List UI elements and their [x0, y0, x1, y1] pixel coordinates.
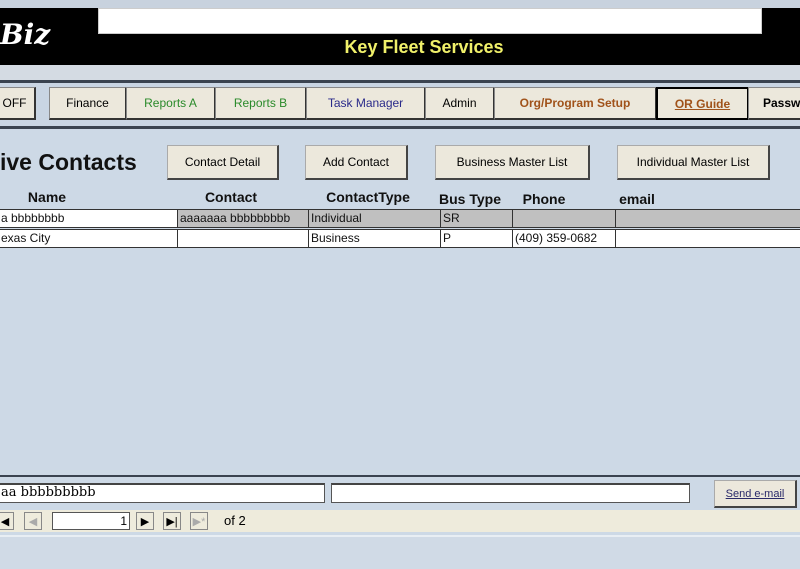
add-contact-button[interactable]: Add Contact — [305, 145, 408, 180]
business-master-list-button[interactable]: Business Master List — [435, 145, 590, 180]
last-record-icon[interactable]: ▶| — [163, 512, 181, 530]
nav-org-program-setup-button[interactable]: Org/Program Setup — [494, 87, 657, 120]
header-divider — [0, 65, 800, 83]
cell-phone[interactable] — [512, 209, 616, 228]
previous-record-icon[interactable]: ◀ — [24, 512, 42, 530]
column-header-bus-type: Bus Type — [439, 191, 501, 207]
selected-name-field[interactable]: aa bbbbbbbbb — [0, 483, 325, 503]
send-email-button[interactable]: Send e-mail — [714, 480, 797, 508]
top-band — [0, 0, 800, 8]
column-header-email: email — [619, 191, 655, 207]
contact-detail-button[interactable]: Contact Detail — [167, 145, 279, 180]
cell-bus-type[interactable]: SR — [440, 209, 513, 228]
table-row[interactable]: exas City Business P (409) 359-0682 — [0, 229, 800, 248]
cell-contact-type[interactable]: Individual — [308, 209, 441, 228]
status-band — [0, 535, 800, 569]
nav-admin-button[interactable]: Admin — [425, 87, 495, 120]
header-input[interactable] — [98, 8, 762, 34]
nav-password-button[interactable]: Passw — [748, 87, 800, 120]
new-record-icon[interactable]: ▶* — [190, 512, 208, 530]
record-navigator: ◀ ◀ ▶ ▶| ▶* of 2 — [0, 510, 800, 532]
table-row[interactable]: a bbbbbbbb aaaaaaa bbbbbbbbb Individual … — [0, 209, 800, 228]
cell-contact-type[interactable]: Business — [308, 229, 441, 248]
nav-or-guide-button[interactable]: OR Guide — [656, 87, 749, 120]
column-header-phone: Phone — [522, 191, 566, 207]
nav-reports-b-button[interactable]: Reports B — [215, 87, 307, 120]
nav-task-manager-button[interactable]: Task Manager — [306, 87, 426, 120]
cell-contact[interactable]: aaaaaaa bbbbbbbbb — [177, 209, 309, 228]
cell-bus-type[interactable]: P — [440, 229, 513, 248]
next-record-icon[interactable]: ▶ — [136, 512, 154, 530]
cell-name[interactable]: exas City — [0, 229, 178, 248]
cell-email[interactable] — [615, 209, 800, 228]
cell-name[interactable]: a bbbbbbbb — [0, 209, 178, 228]
cell-contact[interactable] — [177, 229, 309, 248]
main-nav: OFF Finance Reports A Reports B Task Man… — [0, 83, 800, 129]
current-record-input[interactable] — [52, 512, 130, 530]
column-header-contact: Contact — [204, 189, 258, 205]
individual-master-list-button[interactable]: Individual Master List — [617, 145, 770, 180]
nav-finance-button[interactable]: Finance — [49, 87, 127, 120]
nav-reports-a-button[interactable]: Reports A — [126, 87, 216, 120]
selected-email-field[interactable] — [331, 483, 690, 503]
cell-phone[interactable]: (409) 359-0682 — [512, 229, 616, 248]
footer-divider — [0, 475, 800, 477]
page-title: ive Contacts — [0, 149, 137, 175]
column-header-name: Name — [27, 189, 67, 205]
nav-off-button[interactable]: OFF — [0, 87, 36, 120]
column-header-contact-type: ContactType — [326, 189, 410, 205]
app-logo: Biz — [0, 18, 51, 51]
app-header: Biz Key Fleet Services — [0, 8, 800, 65]
app-title: Key Fleet Services — [344, 37, 504, 57]
first-record-icon[interactable]: ◀ — [0, 512, 14, 530]
record-count: of 2 — [224, 513, 246, 528]
cell-email[interactable] — [615, 229, 800, 248]
